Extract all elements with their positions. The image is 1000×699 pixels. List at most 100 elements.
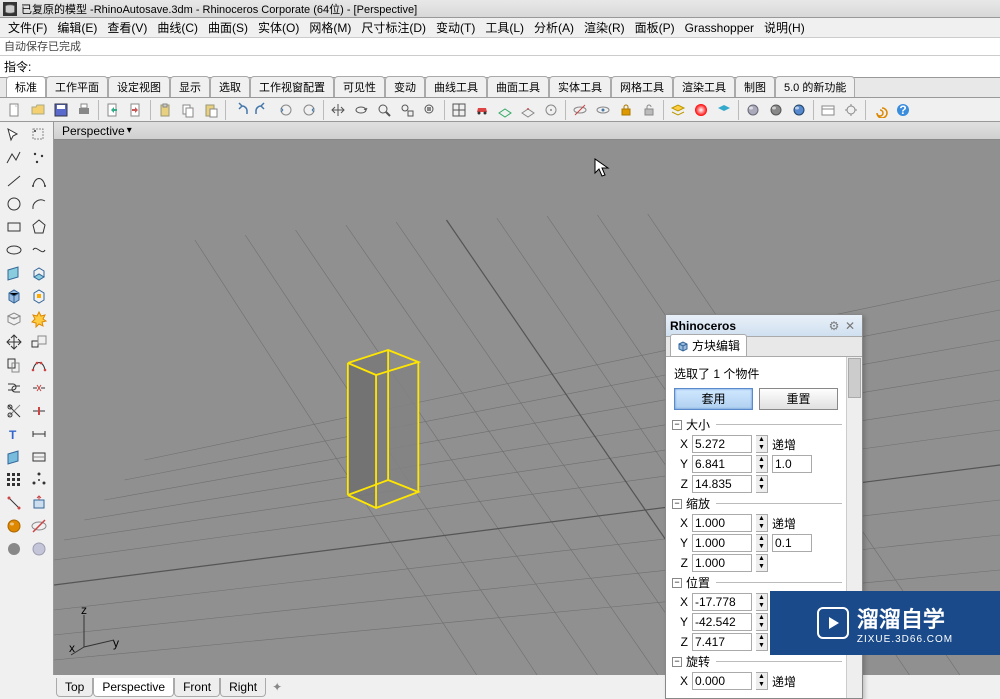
surface-icon[interactable] (2, 262, 26, 284)
named-pos-icon[interactable] (517, 99, 539, 121)
lasso-icon[interactable] (27, 124, 51, 146)
copy-tool-icon[interactable] (2, 354, 26, 376)
polyline-icon[interactable] (2, 147, 26, 169)
zoom-icon[interactable] (373, 99, 395, 121)
extrude-icon[interactable] (27, 262, 51, 284)
polygon-icon[interactable] (27, 216, 51, 238)
spinner-icon[interactable]: ▲▼ (756, 534, 768, 552)
array-polar-icon[interactable] (27, 469, 51, 491)
edit-props-icon[interactable] (817, 99, 839, 121)
panel-tab-boxedit[interactable]: 方块编辑 (670, 334, 747, 356)
pointson-icon[interactable] (27, 354, 51, 376)
viewtab-right[interactable]: Right (220, 678, 266, 697)
scale-inc-input[interactable] (772, 534, 812, 552)
tab-solidtools[interactable]: 实体工具 (549, 76, 611, 97)
size-y-input[interactable] (692, 455, 752, 473)
viewtab-front[interactable]: Front (174, 678, 220, 697)
menu-panels[interactable]: 面板(P) (631, 18, 679, 37)
viewport-menu-icon[interactable]: ▾ (127, 125, 132, 136)
join-icon[interactable] (2, 377, 26, 399)
collapse-icon[interactable]: − (672, 657, 682, 667)
gear-icon[interactable]: ⚙ (826, 318, 842, 334)
rectangle-icon[interactable] (2, 216, 26, 238)
redo-view-icon[interactable] (298, 99, 320, 121)
rotate-icon[interactable] (350, 99, 372, 121)
menu-help[interactable]: 说明(H) (760, 18, 809, 37)
section-position[interactable]: −位置 (672, 574, 842, 591)
points-icon[interactable] (27, 147, 51, 169)
paste-icon[interactable] (200, 99, 222, 121)
undo-view-icon[interactable] (275, 99, 297, 121)
tab-curvetools[interactable]: 曲线工具 (425, 76, 487, 97)
menu-surface[interactable]: 曲面(S) (204, 18, 252, 37)
snap-icon[interactable] (540, 99, 562, 121)
spinner-icon[interactable]: ▲▼ (756, 672, 768, 690)
lock-icon[interactable] (615, 99, 637, 121)
menu-grasshopper[interactable]: Grasshopper (681, 20, 758, 36)
surface-edge-icon[interactable] (2, 446, 26, 468)
command-input[interactable] (35, 58, 1000, 76)
scale-y-input[interactable] (692, 534, 752, 552)
tab-visibility[interactable]: 可见性 (334, 76, 385, 97)
layers-icon[interactable] (667, 99, 689, 121)
zoom-extents-icon[interactable] (396, 99, 418, 121)
print-icon[interactable] (73, 99, 95, 121)
viewtab-top[interactable]: Top (56, 678, 93, 697)
collapse-icon[interactable]: − (672, 499, 682, 509)
text-icon[interactable]: T (2, 423, 26, 445)
ghosted-icon[interactable] (27, 538, 51, 560)
scrollbar-thumb[interactable] (848, 358, 861, 398)
spinner-icon[interactable]: ▲▼ (756, 514, 768, 532)
freeform-icon[interactable] (27, 239, 51, 261)
explode-icon[interactable] (27, 308, 51, 330)
tab-meshtools[interactable]: 网格工具 (611, 76, 673, 97)
pan-icon[interactable] (327, 99, 349, 121)
viewtab-perspective[interactable]: Perspective (93, 678, 174, 697)
move-icon[interactable] (2, 331, 26, 353)
options-icon[interactable] (840, 99, 862, 121)
tab-select[interactable]: 选取 (210, 76, 250, 97)
transform-icon[interactable] (27, 331, 51, 353)
pos-z-input[interactable] (692, 633, 752, 651)
distance-icon[interactable] (2, 492, 26, 514)
spinner-icon[interactable]: ▲▼ (756, 593, 768, 611)
size-inc-input[interactable] (772, 455, 812, 473)
mesh-icon[interactable] (2, 308, 26, 330)
properties-sphere-icon[interactable] (742, 99, 764, 121)
help-icon[interactable]: ? (892, 99, 914, 121)
layer-color-icon[interactable] (690, 99, 712, 121)
car-icon[interactable] (471, 99, 493, 121)
spinner-icon[interactable]: ▲▼ (756, 435, 768, 453)
line-icon[interactable] (2, 170, 26, 192)
circle-icon[interactable] (2, 193, 26, 215)
unlock-icon[interactable] (638, 99, 660, 121)
new-icon[interactable] (4, 99, 26, 121)
split-icon[interactable] (27, 400, 51, 422)
trim-icon[interactable] (2, 400, 26, 422)
control-curve-icon[interactable] (27, 170, 51, 192)
select-icon[interactable] (2, 124, 26, 146)
apply-button[interactable]: 套用 (674, 388, 753, 410)
edit-solid-icon[interactable] (27, 285, 51, 307)
copy-icon[interactable] (177, 99, 199, 121)
menu-dimension[interactable]: 尺寸标注(D) (357, 18, 430, 37)
scale-z-input[interactable] (692, 554, 752, 572)
pos-y-input[interactable] (692, 613, 752, 631)
section-size[interactable]: −大小 (672, 416, 842, 433)
spinner-icon[interactable]: ▲▼ (756, 633, 768, 651)
collapse-icon[interactable]: − (672, 578, 682, 588)
menu-mesh[interactable]: 网格(M) (305, 18, 355, 37)
spinner-icon[interactable]: ▲▼ (756, 613, 768, 631)
tab-setview[interactable]: 设定视图 (108, 76, 170, 97)
collapse-icon[interactable]: − (672, 420, 682, 430)
spinner-icon[interactable]: ▲▼ (756, 455, 768, 473)
menu-tools[interactable]: 工具(L) (481, 18, 528, 37)
spinner-icon[interactable]: ▲▼ (756, 554, 768, 572)
spinner-icon[interactable]: ▲▼ (756, 475, 768, 493)
array-icon[interactable] (2, 469, 26, 491)
explode2-icon[interactable] (27, 377, 51, 399)
menu-render[interactable]: 渲染(R) (580, 18, 629, 37)
menu-view[interactable]: 查看(V) (103, 18, 151, 37)
flatshade-icon[interactable] (2, 538, 26, 560)
size-z-input[interactable] (692, 475, 752, 493)
